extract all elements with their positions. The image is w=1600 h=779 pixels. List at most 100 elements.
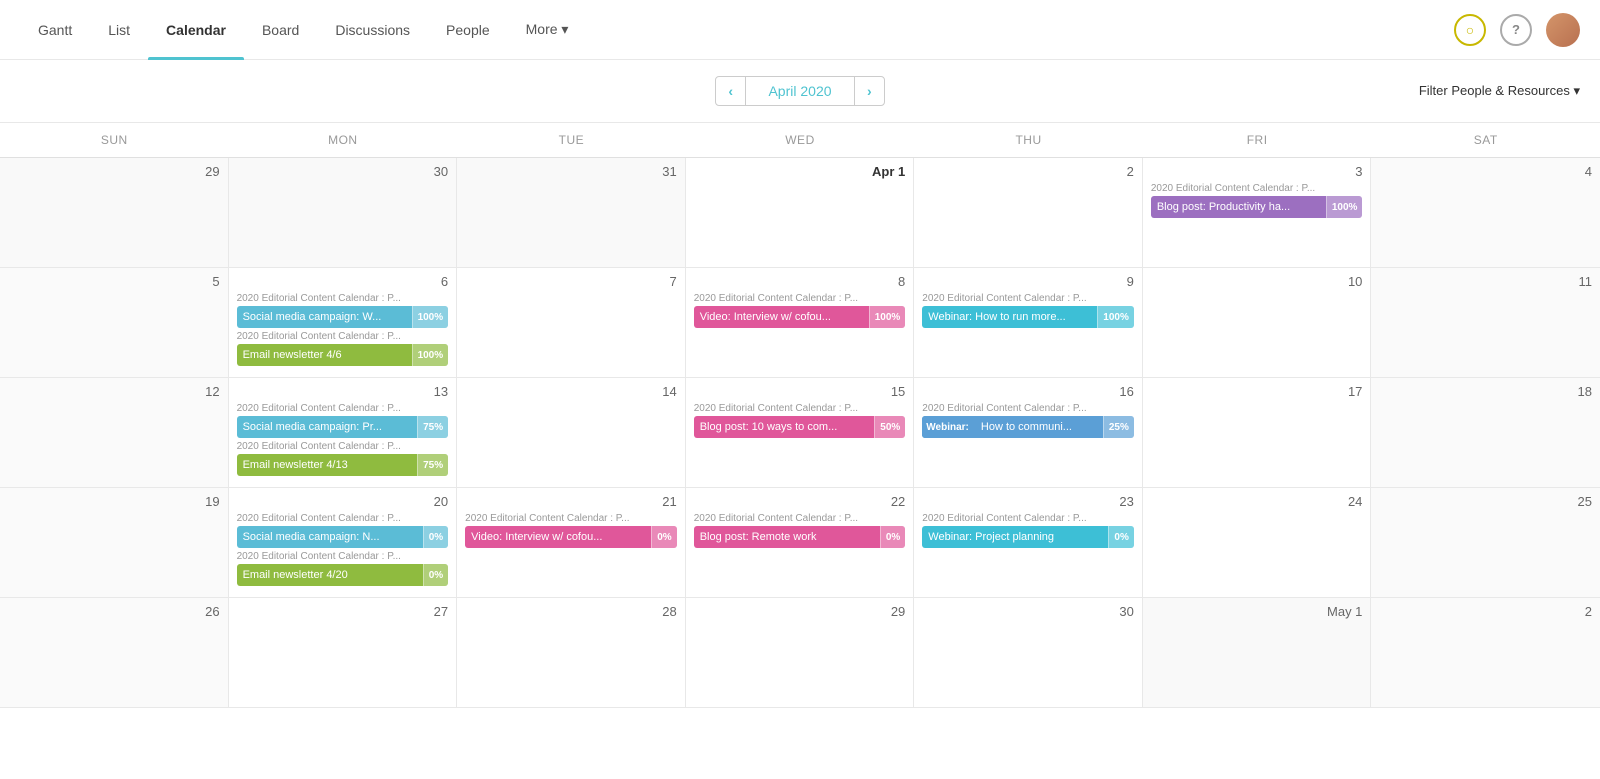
calendar-cell-w0d2[interactable]: 31 (457, 158, 686, 268)
calendar-cell-w2d3[interactable]: 15 2020 Editorial Content Calendar : P...… (686, 378, 915, 488)
calendar-cell-w1d6[interactable]: 11 (1371, 268, 1600, 378)
calendar-cell-w3d1[interactable]: 202020 Editorial Content Calendar : P...… (229, 488, 458, 598)
event-bar[interactable]: Social media campaign: N...0% (237, 526, 449, 548)
event-bar[interactable]: Webinar:How to communi...25% (922, 416, 1134, 438)
event-project-label: 2020 Editorial Content Calendar : P... (922, 513, 1134, 524)
calendar-cell-w0d3[interactable]: Apr 1 (686, 158, 915, 268)
day-number: 31 (465, 164, 677, 179)
tab-gantt[interactable]: Gantt (20, 0, 90, 60)
help-icon-button[interactable]: ? (1500, 14, 1532, 46)
event-bar-title: Blog post: 10 ways to com... (694, 421, 875, 433)
calendar-cell-w4d2[interactable]: 28 (457, 598, 686, 708)
event-bar-percent: 100% (1097, 306, 1134, 328)
event-project-label: 2020 Editorial Content Calendar : P... (922, 403, 1134, 414)
day-header-sat: Sat (1371, 123, 1600, 157)
event-bar-title: Social media campaign: Pr... (237, 421, 418, 433)
calendar-cell-w4d4[interactable]: 30 (914, 598, 1143, 708)
calendar-header: ‹ April 2020 › Filter People & Resources… (0, 60, 1600, 123)
event-bar-title: Email newsletter 4/13 (237, 459, 418, 471)
calendar-cell-w3d4[interactable]: 23 2020 Editorial Content Calendar : P...… (914, 488, 1143, 598)
calendar-cell-w0d0[interactable]: 29 (0, 158, 229, 268)
event-project-label: 2020 Editorial Content Calendar : P... (237, 331, 449, 342)
prev-month-button[interactable]: ‹ (716, 77, 745, 105)
next-month-button[interactable]: › (855, 77, 884, 105)
event-project-label: 2020 Editorial Content Calendar : P... (1151, 183, 1363, 194)
event-bar-percent: 0% (423, 526, 448, 548)
event-bar-percent: 75% (417, 416, 448, 438)
calendar-cell-w1d2[interactable]: 7 (457, 268, 686, 378)
calendar-cell-w1d0[interactable]: 5 (0, 268, 229, 378)
calendar-cell-w0d5[interactable]: 32020 Editorial Content Calendar : P...B… (1143, 158, 1372, 268)
event-bar[interactable]: Blog post: 10 ways to com...50% (694, 416, 906, 438)
event-project-label: 2020 Editorial Content Calendar : P... (694, 513, 906, 524)
clock-icon-button[interactable]: ○ (1454, 14, 1486, 46)
event-bar-type-label: Webinar: (922, 416, 973, 438)
calendar-cell-w3d3[interactable]: 222020 Editorial Content Calendar : P...… (686, 488, 915, 598)
calendar-cell-w4d3[interactable]: 29 (686, 598, 915, 708)
day-number: 28 (465, 604, 677, 619)
day-number: 5 (8, 274, 220, 289)
tab-list[interactable]: List (90, 0, 148, 60)
calendar-grid: Sun Mon Tue Wed Thu Fri Sat 293031Apr 12… (0, 123, 1600, 708)
calendar-cell-w2d4[interactable]: 162020 Editorial Content Calendar : P...… (914, 378, 1143, 488)
calendar-cell-w1d4[interactable]: 92020 Editorial Content Calendar : P...W… (914, 268, 1143, 378)
event-project-label: 2020 Editorial Content Calendar : P... (237, 403, 449, 414)
event-bar[interactable]: Webinar: How to run more...100% (922, 306, 1134, 328)
event-bar[interactable]: Email newsletter 4/6100% (237, 344, 449, 366)
calendar-cell-w3d0[interactable]: 19 (0, 488, 229, 598)
calendar-cell-w1d1[interactable]: 6 2020 Editorial Content Calendar : P... S… (229, 268, 458, 378)
tab-more[interactable]: More ▾ (508, 0, 587, 60)
filter-people-resources-button[interactable]: Filter People & Resources ▾ (1419, 83, 1580, 99)
calendar-cell-w2d6[interactable]: 18 (1371, 378, 1600, 488)
event-bar[interactable]: Video: Interview w/ cofou...100% (694, 306, 906, 328)
event-project-label: 2020 Editorial Content Calendar : P... (465, 513, 677, 524)
event-bar-percent: 0% (423, 564, 448, 586)
month-label: April 2020 (745, 77, 855, 105)
day-number: 7 (465, 274, 677, 289)
day-number: 6 (237, 274, 449, 289)
calendar-cell-w1d5[interactable]: 10 (1143, 268, 1372, 378)
day-number: 29 (694, 604, 906, 619)
calendar-cell-w2d0[interactable]: 12 (0, 378, 229, 488)
day-number: 13 (237, 384, 449, 399)
tab-board[interactable]: Board (244, 0, 317, 60)
calendar-cell-w3d2[interactable]: 212020 Editorial Content Calendar : P...… (457, 488, 686, 598)
event-bar[interactable]: Email newsletter 4/1375% (237, 454, 449, 476)
calendar-cell-w2d1[interactable]: 13 2020 Editorial Content Calendar : P...… (229, 378, 458, 488)
event-bar-title: Webinar: How to run more... (922, 311, 1097, 323)
calendar-cell-w3d6[interactable]: 25 (1371, 488, 1600, 598)
user-avatar[interactable] (1546, 13, 1580, 47)
calendar-cell-w1d3[interactable]: 82020 Editorial Content Calendar : P...V… (686, 268, 915, 378)
calendar-cell-w2d5[interactable]: 17 (1143, 378, 1372, 488)
event-bar-title: How to communi... (975, 421, 1103, 433)
calendar-cell-w4d1[interactable]: 27 (229, 598, 458, 708)
event-bar[interactable]: Social media campaign: W...100% (237, 306, 449, 328)
event-bar-title: Video: Interview w/ cofou... (694, 311, 869, 323)
event-bar-title: Social media campaign: W... (237, 311, 412, 323)
event-bar[interactable]: Email newsletter 4/200% (237, 564, 449, 586)
calendar-cell-w2d2[interactable]: 14 (457, 378, 686, 488)
event-project-label: 2020 Editorial Content Calendar : P... (922, 293, 1134, 304)
event-bar[interactable]: Blog post: Productivity ha...100% (1151, 196, 1363, 218)
day-number: 11 (1379, 274, 1592, 289)
day-header-fri: Fri (1143, 123, 1372, 157)
tab-people[interactable]: People (428, 0, 508, 60)
help-icon: ? (1512, 22, 1520, 37)
event-bar[interactable]: Social media campaign: Pr...75% (237, 416, 449, 438)
tab-discussions[interactable]: Discussions (317, 0, 428, 60)
calendar-cell-w0d1[interactable]: 30 (229, 158, 458, 268)
calendar-cell-w3d5[interactable]: 24 (1143, 488, 1372, 598)
day-number: 15 (694, 384, 906, 399)
event-project-label: 2020 Editorial Content Calendar : P... (694, 403, 906, 414)
calendar-cell-w4d6[interactable]: 2 (1371, 598, 1600, 708)
event-bar[interactable]: Blog post: Remote work0% (694, 526, 906, 548)
event-bar[interactable]: Webinar: Project planning0% (922, 526, 1134, 548)
event-bar-title: Blog post: Productivity ha... (1151, 201, 1326, 213)
calendar-cell-w0d6[interactable]: 4 (1371, 158, 1600, 268)
event-bar[interactable]: Video: Interview w/ cofou...0% (465, 526, 677, 548)
calendar-cell-w4d5[interactable]: May 1 (1143, 598, 1372, 708)
day-number: 23 (922, 494, 1134, 509)
tab-calendar[interactable]: Calendar (148, 0, 244, 60)
calendar-cell-w4d0[interactable]: 26 (0, 598, 229, 708)
calendar-cell-w0d4[interactable]: 2 (914, 158, 1143, 268)
